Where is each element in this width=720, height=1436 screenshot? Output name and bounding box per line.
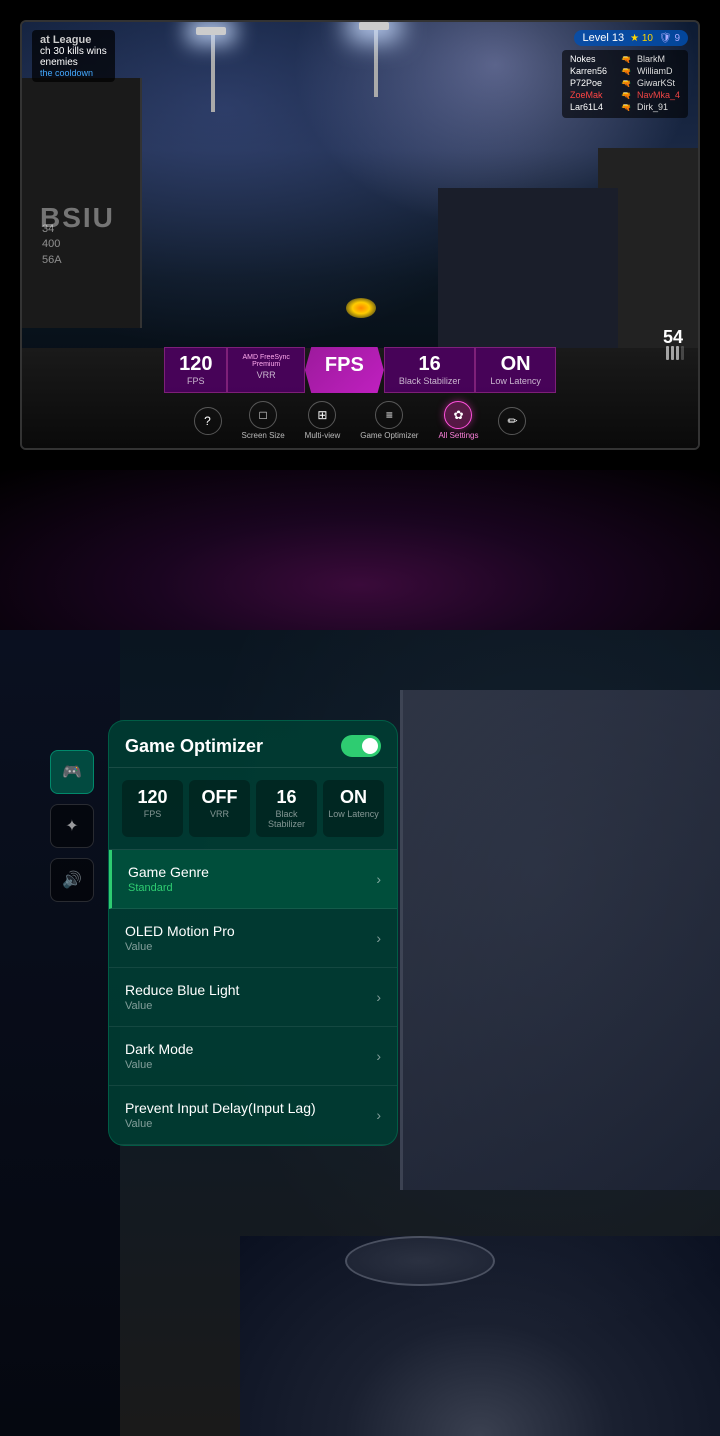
score-row-5: Lar61L4 🔫 Dirk_91 <box>570 102 680 112</box>
enemies-label: enemies <box>40 57 107 68</box>
shield-badge: 🛡 9 <box>659 33 680 44</box>
score-row-3: P72Poe 🔫 GiwarKSt <box>570 78 680 88</box>
reduce-blue-light-chevron-icon: › <box>376 989 381 1005</box>
optimizer-panel: Game Optimizer 120 FPS OFF VRR 16 Black … <box>108 720 398 1146</box>
menu-item-oled-motion[interactable]: OLED Motion Pro Value › <box>109 909 397 968</box>
game-title: at League <box>40 34 107 46</box>
game-genre-title: Game Genre <box>128 864 209 880</box>
screen-size-label: Screen Size <box>242 431 285 440</box>
menu-item-dark-mode[interactable]: Dark Mode Value › <box>109 1027 397 1086</box>
optimizer-title: Game Optimizer <box>125 736 263 757</box>
menu-screen-size[interactable]: □ Screen Size <box>242 401 285 440</box>
hud-numbers: 3440056A <box>42 222 62 268</box>
menu-edit[interactable]: ✏ <box>498 407 526 435</box>
hud-right-info: Level 13 ★ 10 🛡 9 Nokes 🔫 BlarkM Karren5… <box>562 30 688 118</box>
level-text: Level 13 <box>582 32 624 44</box>
dark-mode-value: Value <box>125 1059 193 1071</box>
ammo-counter: 54 <box>663 327 683 348</box>
sidebar-icon-volume[interactable]: 🔊 <box>50 858 94 902</box>
screen-size-icon: □ <box>249 401 277 429</box>
dark-mode-title: Dark Mode <box>125 1041 193 1057</box>
optimizer-menu: Game Genre Standard › OLED Motion Pro Va… <box>109 850 397 1145</box>
input-lag-title: Prevent Input Delay(Input Lag) <box>125 1100 316 1116</box>
menu-all-settings[interactable]: ✿ All Settings <box>438 401 478 440</box>
game-optimizer-icon: ≡ <box>375 401 403 429</box>
stat-fps-active: FPS <box>305 347 384 393</box>
opt-stat-vrr: OFF VRR <box>189 780 250 837</box>
cooldown-label: the cooldown <box>40 68 107 78</box>
bottom-hud: 120 FPS AMD FreeSyncPremium VRR FPS 16 B… <box>22 339 698 448</box>
menu-item-game-genre[interactable]: Game Genre Standard › <box>109 850 397 909</box>
hud-top: at League ch 30 kills wins enemies the c… <box>22 30 698 118</box>
sidebar-icon-star[interactable]: ✦ <box>50 804 94 848</box>
input-lag-value: Value <box>125 1118 316 1130</box>
stat-vrr: AMD FreeSyncPremium VRR <box>227 347 304 393</box>
edit-icon: ✏ <box>498 407 526 435</box>
optimizer-header: Game Optimizer <box>109 721 397 768</box>
hud-left-info: at League ch 30 kills wins enemies the c… <box>32 30 115 82</box>
oled-motion-chevron-icon: › <box>376 930 381 946</box>
all-settings-label: All Settings <box>438 431 478 440</box>
help-icon: ? <box>194 407 222 435</box>
level-badge: Level 13 ★ 10 🛡 9 <box>574 30 688 46</box>
bottom-game-section: 🎮 ✦ 🔊 Game Optimizer 120 FPS OFF VRR 16 … <box>0 630 720 1436</box>
menu-help[interactable]: ? <box>194 407 222 435</box>
game-optimizer-label: Game Optimizer <box>360 431 418 440</box>
opt-stat-black-stabilizer: 16 Black Stabilizer <box>256 780 317 837</box>
stat-black-stabilizer: 16 Black Stabilizer <box>384 347 476 393</box>
scoreboard: Nokes 🔫 BlarkM Karren56 🔫 WilliamD P72Po… <box>562 50 688 118</box>
bottom-menu-bar: ? □ Screen Size ⊞ Multi-view ≡ Game Opti… <box>32 401 688 440</box>
top-game-section: BSIU 3440056A at League ch 30 kills wins… <box>0 0 720 470</box>
dark-mode-chevron-icon: › <box>376 1048 381 1064</box>
oled-motion-value: Value <box>125 941 235 953</box>
all-settings-icon: ✿ <box>444 401 472 429</box>
oled-motion-title: OLED Motion Pro <box>125 923 235 939</box>
chevron-right-icon: › <box>376 871 381 887</box>
multiview-icon: ⊞ <box>308 401 336 429</box>
game-genre-value: Standard <box>128 882 209 894</box>
optimizer-toggle[interactable] <box>341 735 381 757</box>
menu-item-input-lag[interactable]: Prevent Input Delay(Input Lag) Value › <box>109 1086 397 1145</box>
multiview-label: Multi-view <box>305 431 341 440</box>
input-lag-chevron-icon: › <box>376 1107 381 1123</box>
score-row-1: Nokes 🔫 BlarkM <box>570 54 680 64</box>
opt-stat-fps: 120 FPS <box>122 780 183 837</box>
opt-stat-low-latency: ON Low Latency <box>323 780 384 837</box>
menu-game-optimizer[interactable]: ≡ Game Optimizer <box>360 401 418 440</box>
stats-bar: 120 FPS AMD FreeSyncPremium VRR FPS 16 B… <box>32 347 688 393</box>
barrel-icons <box>666 346 684 360</box>
reduce-blue-light-title: Reduce Blue Light <box>125 982 239 998</box>
score-row-2: Karren56 🔫 WilliamD <box>570 66 680 76</box>
score-row-4: ZoeMak 🔫 NavMka_4 <box>570 90 680 100</box>
stat-fps: 120 FPS <box>164 347 227 393</box>
reduce-blue-light-value: Value <box>125 1000 239 1012</box>
menu-multiview[interactable]: ⊞ Multi-view <box>305 401 341 440</box>
sidebar-icon-gamepad[interactable]: 🎮 <box>50 750 94 794</box>
optimizer-stats: 120 FPS OFF VRR 16 Black Stabilizer ON L… <box>109 768 397 850</box>
stat-low-latency: ON Low Latency <box>475 347 556 393</box>
kill-info: ch 30 kills wins <box>40 46 107 57</box>
sidebar-icons: 🎮 ✦ 🔊 <box>50 750 94 902</box>
game-screen: BSIU 3440056A at League ch 30 kills wins… <box>20 20 700 450</box>
star-badge: ★ 10 <box>630 33 653 44</box>
menu-item-reduce-blue-light[interactable]: Reduce Blue Light Value › <box>109 968 397 1027</box>
